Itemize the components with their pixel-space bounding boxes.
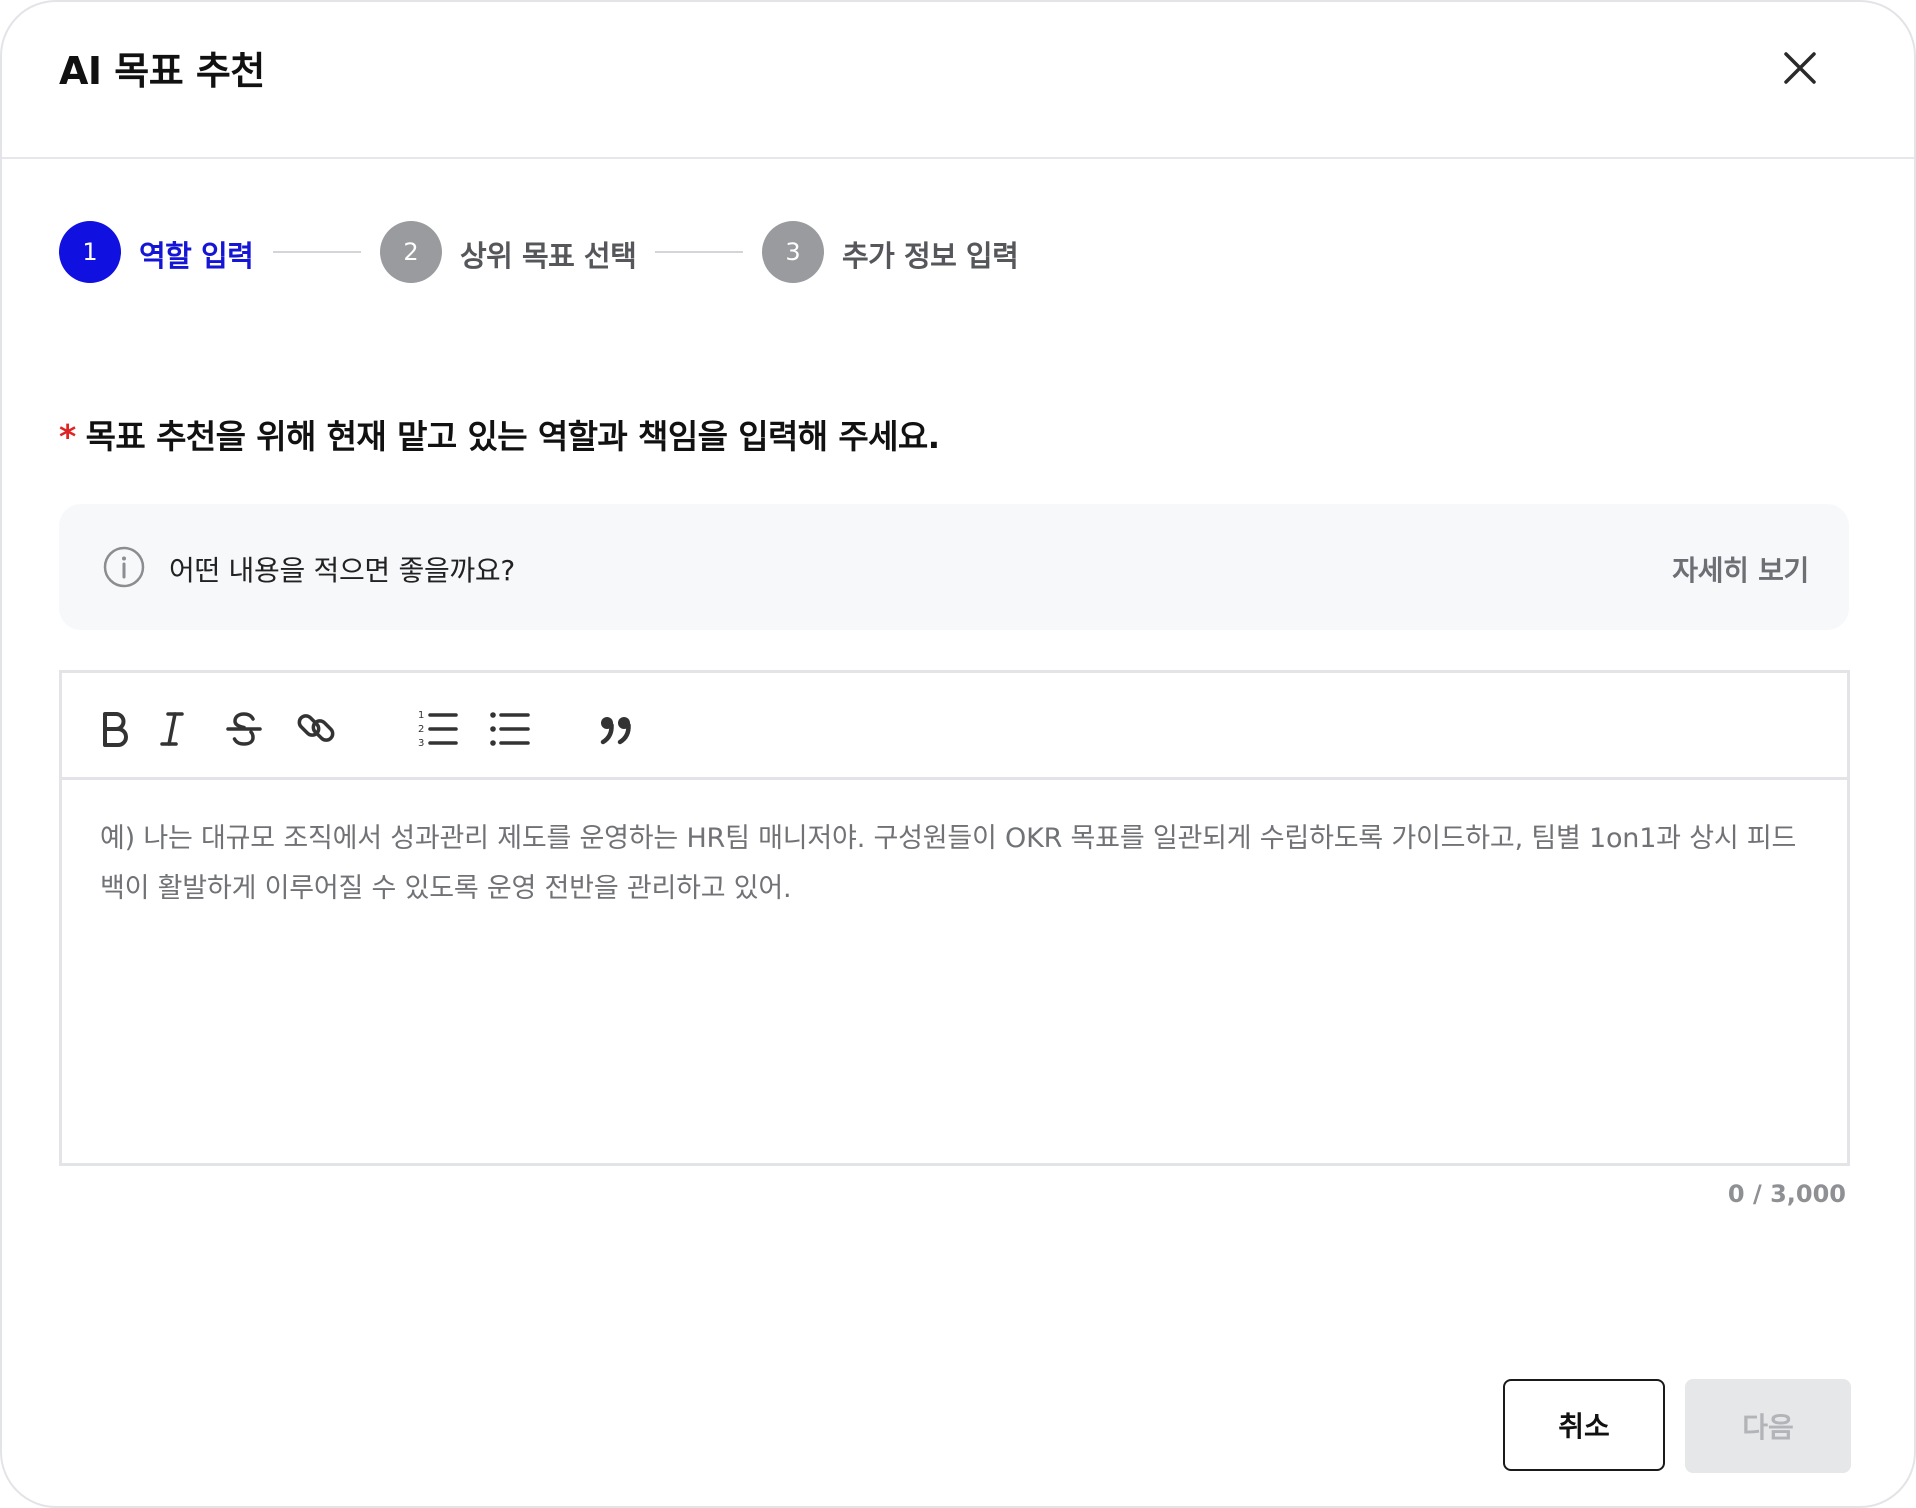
quote-button[interactable] xyxy=(592,704,640,752)
quote-icon xyxy=(600,717,631,745)
step-connector xyxy=(655,251,743,253)
link-button[interactable] xyxy=(292,704,340,752)
dialog-header: AI 목표 추천 xyxy=(2,2,1914,159)
character-counter: 0 / 3,000 xyxy=(1727,1180,1846,1208)
italic-button[interactable] xyxy=(148,704,196,752)
next-button[interactable]: 다음 xyxy=(1685,1379,1851,1473)
question-text: 목표 추천을 위해 현재 맡고 있는 역할과 책임을 입력해 주세요. xyxy=(85,417,941,456)
step-label: 추가 정보 입력 xyxy=(842,239,1019,273)
close-button[interactable] xyxy=(1772,40,1828,96)
ordered-list-button[interactable]: 1 2 3 xyxy=(414,704,462,752)
svg-text:3: 3 xyxy=(418,738,424,749)
step-label: 역할 입력 xyxy=(139,239,254,273)
bold-icon xyxy=(103,712,128,747)
dialog-title: AI 목표 추천 xyxy=(59,49,265,93)
required-mark: * xyxy=(59,417,76,456)
info-text: 어떤 내용을 적으면 좋을까요? xyxy=(169,554,515,587)
step-connector xyxy=(273,251,361,253)
editor-toolbar: 1 2 3 xyxy=(62,673,1847,780)
bullet-list-button[interactable] xyxy=(486,704,534,752)
cancel-button[interactable]: 취소 xyxy=(1503,1379,1665,1471)
details-link[interactable]: 자세히 보기 xyxy=(1672,549,1809,589)
bullet-list-icon xyxy=(490,712,530,746)
step-number: 1 xyxy=(59,221,121,283)
info-box: 어떤 내용을 적으면 좋을까요? 자세히 보기 xyxy=(59,504,1849,630)
svg-text:1: 1 xyxy=(418,710,424,721)
stepper: 1 역할 입력 2 상위 목표 선택 3 추가 정보 입력 xyxy=(59,221,1159,283)
strikethrough-icon xyxy=(226,712,262,746)
info-icon xyxy=(102,545,146,589)
italic-icon xyxy=(160,712,184,746)
strikethrough-button[interactable] xyxy=(220,704,268,752)
step-label: 상위 목표 선택 xyxy=(460,239,637,273)
ordered-list-icon: 1 2 3 xyxy=(418,710,458,749)
link-icon xyxy=(297,714,335,742)
step-number: 2 xyxy=(380,221,442,283)
role-description-input[interactable]: 예) 나는 대규모 조직에서 성과관리 제도를 운영하는 HR팀 매니저야. 구… xyxy=(62,780,1847,1166)
question-label: * 목표 추천을 위해 현재 맡고 있는 역할과 책임을 입력해 주세요. xyxy=(59,410,940,458)
bold-button[interactable] xyxy=(90,704,138,752)
close-icon xyxy=(1784,52,1816,84)
ai-goal-recommend-dialog: AI 목표 추천 1 역할 입력 2 상위 목표 선택 3 추가 정보 입력 *… xyxy=(0,0,1916,1508)
svg-text:2: 2 xyxy=(418,724,424,735)
rich-text-editor: 1 2 3 예) 나는 대규모 조직에서 성과관리 제도를 운영하는 HR팀 매… xyxy=(59,670,1850,1166)
step-number: 3 xyxy=(762,221,824,283)
